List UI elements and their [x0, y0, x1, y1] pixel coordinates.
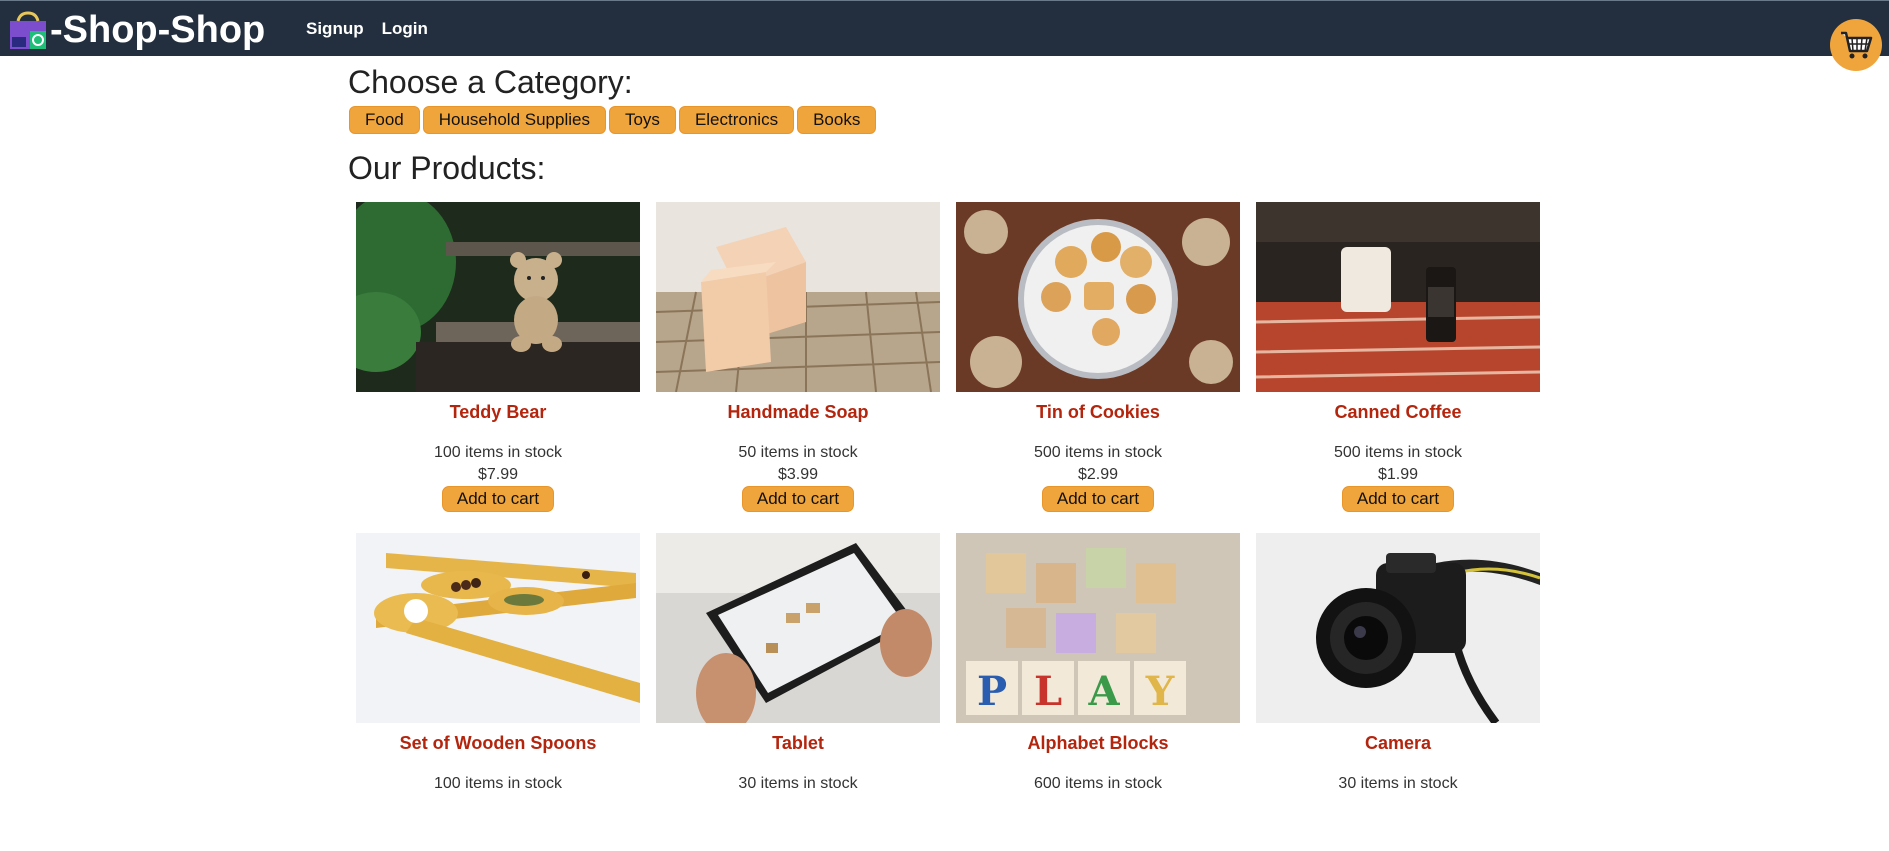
- brand-name: -Shop-Shop: [50, 9, 266, 51]
- product-stock: 100 items in stock: [433, 444, 563, 461]
- product-stock: 500 items in stock: [1033, 444, 1163, 461]
- camera-image[interactable]: [1256, 533, 1540, 723]
- tin-of-cookies-image[interactable]: [956, 202, 1240, 392]
- teddy-bear-image[interactable]: [356, 202, 640, 392]
- add-to-cart-button[interactable]: Add to cart: [1341, 486, 1455, 512]
- handmade-soap-image[interactable]: [656, 202, 940, 392]
- product-stock: 100 items in stock: [433, 775, 563, 792]
- product-card: Handmade Soap 50 items in stock $3.99 Ad…: [656, 202, 940, 520]
- product-stock: 30 items in stock: [1338, 775, 1458, 792]
- category-household-supplies-button[interactable]: Household Supplies: [422, 106, 606, 134]
- svg-text:A: A: [1087, 668, 1120, 715]
- alphabet-blocks-image[interactable]: P L A Y: [956, 533, 1240, 723]
- svg-text:L: L: [1034, 668, 1062, 715]
- signup-link[interactable]: Signup: [306, 19, 364, 39]
- product-price: $3.99: [777, 466, 819, 483]
- product-stock: 50 items in stock: [738, 444, 858, 461]
- add-to-cart-button[interactable]: Add to cart: [741, 486, 855, 512]
- svg-text:Y: Y: [1145, 668, 1175, 715]
- login-link[interactable]: Login: [382, 19, 428, 39]
- nav-links: Signup Login: [306, 19, 428, 39]
- product-name[interactable]: Canned Coffee: [1256, 402, 1540, 424]
- product-stock: 30 items in stock: [738, 775, 858, 792]
- canned-coffee-image[interactable]: [1256, 202, 1540, 392]
- category-toys-button[interactable]: Toys: [608, 106, 676, 134]
- product-price: $1.99: [1377, 466, 1419, 483]
- product-name[interactable]: Teddy Bear: [356, 402, 640, 424]
- product-card: Canned Coffee 500 items in stock $1.99 A…: [1256, 202, 1540, 520]
- brand-logo[interactable]: -Shop-Shop: [8, 9, 265, 52]
- wooden-spoons-image[interactable]: [356, 533, 640, 723]
- product-name[interactable]: Handmade Soap: [656, 402, 940, 424]
- product-name[interactable]: Alphabet Blocks: [956, 733, 1240, 755]
- product-card: Tablet 30 items in stock: [656, 533, 940, 851]
- svg-text:P: P: [977, 668, 1007, 715]
- product-card: Tin of Cookies 500 items in stock $2.99 …: [956, 202, 1240, 520]
- product-price: $7.99: [477, 466, 519, 483]
- products-heading: Our Products:: [348, 150, 546, 186]
- product-name[interactable]: Tin of Cookies: [956, 402, 1240, 424]
- shopping-cart-icon: [1841, 31, 1873, 59]
- product-card: Set of Wooden Spoons 100 items in stock: [356, 533, 640, 851]
- product-stock: 500 items in stock: [1333, 444, 1463, 461]
- cart-button[interactable]: [1830, 19, 1882, 71]
- product-name[interactable]: Tablet: [656, 733, 940, 755]
- category-books-button[interactable]: Books: [797, 106, 877, 134]
- product-card: P L A Y Alphabet Blocks 600 items in sto…: [956, 533, 1240, 851]
- category-list: Food Household Supplies Toys Electronics…: [349, 106, 877, 134]
- product-card: Camera 30 items in stock: [1256, 533, 1540, 851]
- product-stock: 600 items in stock: [1033, 775, 1163, 792]
- product-card: Teddy Bear 100 items in stock $7.99 Add …: [356, 202, 640, 520]
- add-to-cart-button[interactable]: Add to cart: [441, 486, 555, 512]
- product-name[interactable]: Set of Wooden Spoons: [356, 733, 640, 755]
- category-heading: Choose a Category:: [348, 64, 633, 100]
- shopping-bag-icon: [10, 10, 46, 49]
- top-navbar: -Shop-Shop Signup Login: [0, 0, 1889, 56]
- category-food-button[interactable]: Food: [349, 106, 420, 134]
- tablet-image[interactable]: [656, 533, 940, 723]
- product-price: $2.99: [1077, 466, 1119, 483]
- add-to-cart-button[interactable]: Add to cart: [1041, 486, 1155, 512]
- category-electronics-button[interactable]: Electronics: [678, 106, 795, 134]
- product-name[interactable]: Camera: [1256, 733, 1540, 755]
- product-grid: Teddy Bear 100 items in stock $7.99 Add …: [356, 202, 1540, 851]
